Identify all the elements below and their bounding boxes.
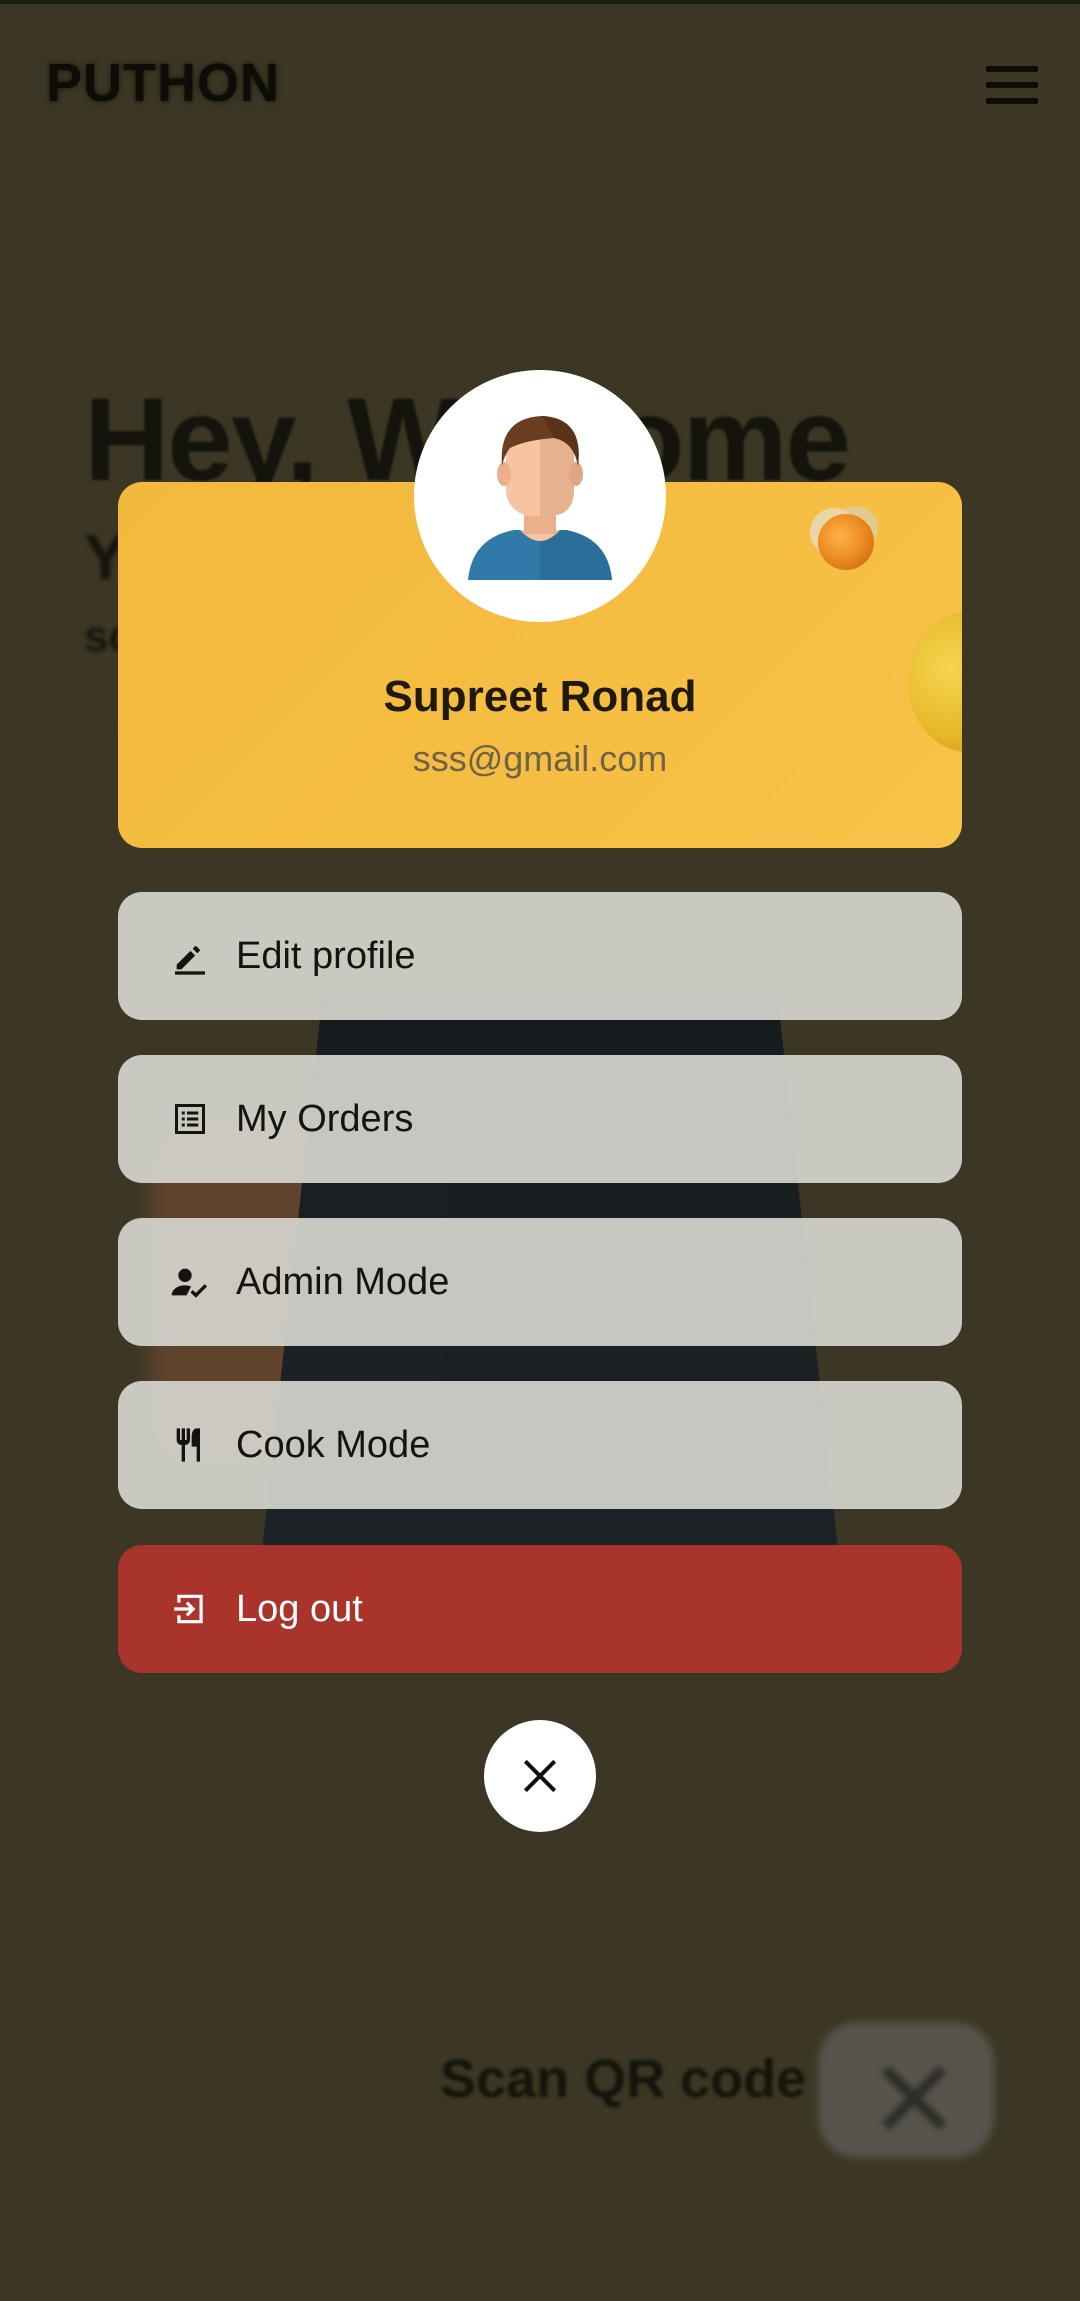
my-orders-button[interactable]: My Orders [118, 1055, 962, 1183]
admin-mode-label: Admin Mode [236, 1260, 450, 1303]
cook-mode-label: Cook Mode [236, 1423, 431, 1466]
status-bar-edge [0, 0, 1080, 4]
fork-knife-icon [170, 1425, 210, 1465]
profile-name: Supreet Ronad [383, 672, 697, 721]
scan-qr-label: Scan QR code [440, 2049, 807, 2109]
hamburger-menu-icon[interactable] [986, 66, 1038, 104]
logout-icon [170, 1589, 210, 1629]
close-menu-button[interactable] [484, 1720, 596, 1832]
edit-pencil-icon [170, 936, 210, 976]
user-avatar [414, 370, 666, 622]
close-icon [523, 1759, 557, 1793]
edit-profile-label: Edit profile [236, 934, 416, 977]
edit-profile-button[interactable]: Edit profile [118, 892, 962, 1020]
orders-list-icon [170, 1099, 210, 1139]
cook-mode-button[interactable]: Cook Mode [118, 1381, 962, 1509]
my-orders-label: My Orders [236, 1097, 414, 1140]
app-brand: PUTHON [46, 53, 280, 113]
user-avatar-icon [468, 416, 612, 580]
logout-label: Log out [236, 1587, 363, 1630]
scan-qr-icon: ✕ [868, 2036, 961, 2164]
profile-email: sss@gmail.com [412, 738, 668, 779]
admin-user-check-icon [170, 1262, 210, 1302]
fruit-decoration-physalis [818, 514, 874, 570]
logout-button[interactable]: Log out [118, 1545, 962, 1673]
admin-mode-button[interactable]: Admin Mode [118, 1218, 962, 1346]
